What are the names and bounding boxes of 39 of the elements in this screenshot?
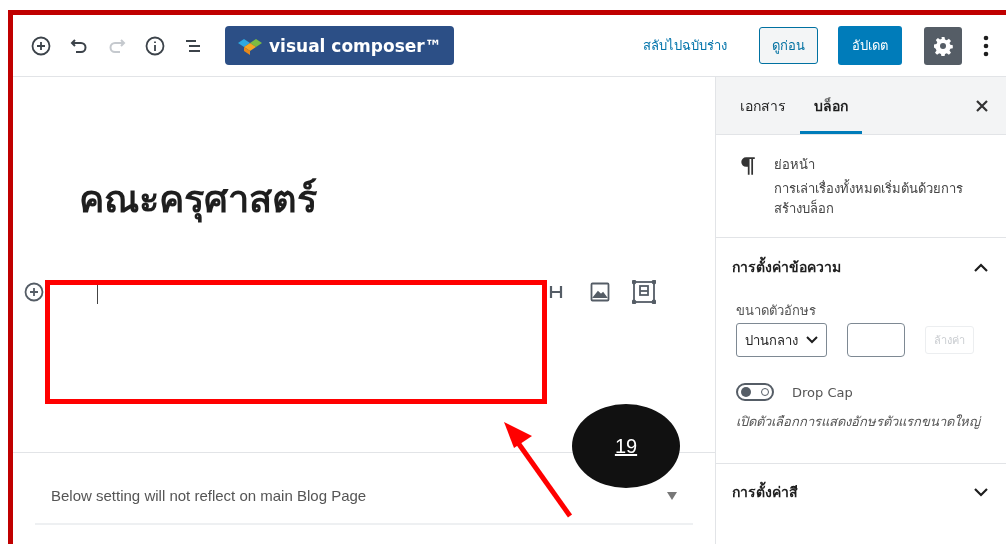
undo-icon <box>70 37 88 54</box>
close-icon <box>976 100 988 112</box>
font-size-label: ขนาดตัวอักษร <box>736 302 817 320</box>
info-icon <box>145 35 165 56</box>
sidebar-tab[interactable]: บล็อก <box>800 77 862 134</box>
more-icon <box>983 34 989 57</box>
font-size-input[interactable] <box>847 323 905 357</box>
settings-button[interactable] <box>924 26 962 65</box>
block-insert-button[interactable] <box>631 279 657 305</box>
post-title[interactable]: คณะครุศาสตร์ <box>79 175 715 223</box>
add-icon <box>24 282 44 302</box>
image-icon <box>590 282 610 302</box>
redo-icon <box>108 37 126 54</box>
drop-cap-help: เปิดตัวเลือกการแสดงอักษรตัวแรกขนาดใหญ่ <box>736 413 983 431</box>
gallery-icon <box>632 280 656 304</box>
chevron-icon <box>806 336 818 344</box>
list-icon <box>184 37 202 54</box>
text-settings-header[interactable]: การตั้งค่าข้อความ <box>716 238 1006 296</box>
color-settings-header[interactable]: การตั้งค่าสี <box>716 464 1006 520</box>
chevron-icon <box>974 262 988 272</box>
update-button[interactable]: อัปเดต <box>838 26 902 65</box>
visual-composer-button[interactable]: visual composer™ <box>225 26 454 65</box>
paragraph-icon <box>740 155 756 177</box>
step-number-badge: 19 <box>572 404 680 488</box>
preview-button[interactable]: ดูก่อน <box>759 27 818 64</box>
sidebar-tab[interactable]: เอกสาร <box>726 77 800 134</box>
settings-icon <box>933 35 953 56</box>
drop-cap-label: Drop Cap <box>792 384 853 400</box>
heading-icon <box>548 284 564 300</box>
block-description: การเล่าเรื่องทั้งหมดเริ่มต้นด้วยการสร้างบล็อก <box>773 179 964 218</box>
drop-cap-toggle[interactable] <box>736 383 774 401</box>
switch-to-draft-link[interactable]: สลับไปฉบับร่าง <box>637 34 733 57</box>
font-size-select[interactable]: ปานกลาง <box>736 323 827 357</box>
cubes-logo-icon <box>237 36 263 55</box>
chevron-icon <box>974 487 988 497</box>
panel-label: Below setting will not reflect on main Blog Page <box>51 487 367 504</box>
block-name: ย่อหน้า <box>773 156 816 174</box>
add-icon <box>31 35 51 56</box>
dropdown-triangle-icon <box>667 491 677 500</box>
